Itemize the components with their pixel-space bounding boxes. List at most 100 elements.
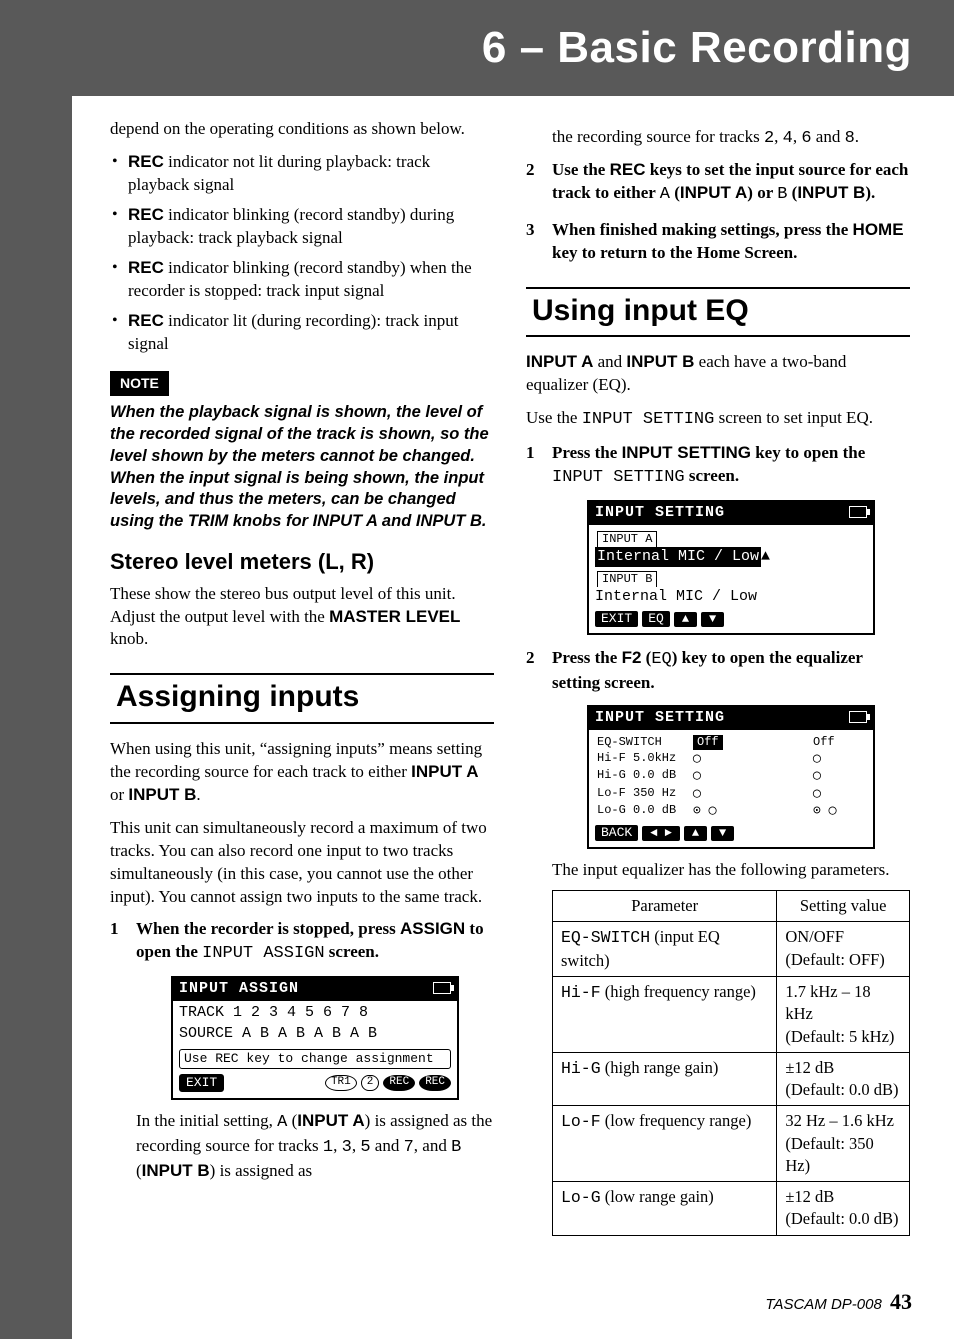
- track-num: 1: [323, 1138, 333, 1157]
- list-text: indicator lit (during recording): track …: [128, 311, 458, 353]
- assign-para-2: This unit can simultaneously record a ma…: [110, 817, 494, 909]
- stereo-meters-heading: Stereo level meters (L, R): [110, 547, 494, 577]
- rec-label: REC: [128, 311, 164, 330]
- track-num: 4: [783, 129, 793, 148]
- intro-continuation: depend on the operating conditions as sh…: [110, 118, 494, 141]
- input-b-label: INPUT B: [626, 352, 694, 371]
- note-badge: NOTE: [110, 371, 169, 396]
- param-rest: (high range gain): [601, 1058, 719, 1077]
- input-b-label: INPUT B: [797, 183, 865, 202]
- value-a: A: [660, 185, 670, 204]
- knob-icon: ◯: [693, 768, 813, 784]
- list-text: indicator blinking (record standby) when…: [128, 258, 472, 300]
- list-item: REC indicator blinking (record standby) …: [110, 257, 494, 303]
- text: ) is assigned as: [210, 1161, 312, 1180]
- value-cell: ±12 dB (Default: 0.0 dB): [777, 1182, 910, 1236]
- knob-icon: ⊙ ◯: [813, 803, 883, 819]
- value-a: A: [277, 1113, 287, 1132]
- text: (: [787, 183, 797, 202]
- track-num: 5: [360, 1138, 370, 1157]
- eq-row-label: EQ-SWITCH: [597, 735, 693, 750]
- track-oval: TR1: [325, 1075, 357, 1091]
- table-row: EQ-SWITCH (input EQ switch) ON/OFF (Defa…: [553, 922, 910, 977]
- using-input-eq-heading: Using input EQ: [526, 287, 910, 338]
- left-margin-strip: [0, 0, 72, 1339]
- text: (: [287, 1111, 297, 1130]
- battery-icon: [849, 711, 867, 723]
- text: Use the: [526, 408, 582, 427]
- lcd-softkey-row: BACK ◄ ► ▲ ▼: [589, 822, 873, 845]
- eq-para-2: Use the INPUT SETTING screen to set inpu…: [526, 407, 910, 432]
- param-mono: Lo-F: [561, 1112, 601, 1131]
- text: ,: [333, 1136, 342, 1155]
- chapter-header: 6 – Basic Recording: [72, 0, 954, 96]
- step-2: 2 Use the REC keys to set the input sour…: [526, 159, 910, 207]
- step-3: 3 When finished making settings, press t…: [526, 219, 910, 265]
- lcd-line-b: Internal MIC / Low: [589, 587, 873, 608]
- rec-label: REC: [128, 258, 164, 277]
- lcd-tab-b: INPUT B: [597, 571, 657, 587]
- input-a-label: INPUT A: [411, 762, 478, 781]
- eq-params-grid: EQ-SWITCHOffOff Hi-F 5.0kHz◯◯ Hi-G 0.0 d…: [589, 732, 873, 822]
- param-cell: Lo-G (low range gain): [553, 1182, 777, 1236]
- exit-softkey: EXIT: [595, 611, 638, 627]
- eq-step-2: 2 Press the F2 (EQ) key to open the equa…: [526, 647, 910, 1235]
- knob-icon: ◯: [813, 768, 883, 784]
- lcd-input-setting: INPUT SETTING INPUT A Internal MIC / Low…: [587, 500, 875, 636]
- step-body: Press the F2 (EQ) key to open the equali…: [552, 647, 910, 695]
- lcd-body: TRACK 1 2 3 4 5 6 7 8 SOURCE A B A B A B…: [173, 1001, 457, 1098]
- param-cell: Hi-F (high frequency range): [553, 976, 777, 1052]
- text: or: [110, 785, 128, 804]
- eq-para-1: INPUT A and INPUT B each have a two-band…: [526, 351, 910, 397]
- down-softkey: ▼: [701, 612, 724, 627]
- param-mono: Hi-G: [561, 1059, 601, 1078]
- eq-row-right: Off: [813, 735, 883, 750]
- params-intro: The input equalizer has the following pa…: [552, 859, 910, 882]
- lcd-screen: INPUT SETTING INPUT A Internal MIC / Low…: [587, 500, 875, 636]
- assign-para-1: When using this unit, “assigning inputs”…: [110, 738, 494, 807]
- text: screen.: [325, 942, 379, 961]
- page-content: depend on the operating conditions as sh…: [110, 118, 910, 1248]
- track-num: 2: [764, 129, 774, 148]
- text: ,: [774, 127, 783, 146]
- text: and: [812, 127, 845, 146]
- text: and: [371, 1136, 404, 1155]
- knob-icon: ⊙ ◯: [693, 803, 813, 819]
- text: ) or: [747, 183, 777, 202]
- up-softkey: ▲: [684, 826, 707, 841]
- lcd-title: INPUT SETTING: [595, 504, 725, 523]
- param-cell: Lo-F (low frequency range): [553, 1106, 777, 1182]
- value-cell: ±12 dB (Default: 0.0 dB): [777, 1052, 910, 1106]
- lcd-line-a: Internal MIC / Low: [595, 547, 761, 568]
- table-row: Lo-G (low range gain) ±12 dB (Default: 0…: [553, 1182, 910, 1236]
- footer-brand: TASCAM DP-008: [765, 1296, 881, 1313]
- text: Press the: [552, 648, 622, 667]
- input-setting-key: INPUT SETTING: [622, 443, 751, 462]
- eq-row-label: Hi-F 5.0kHz: [597, 751, 693, 767]
- text: (: [670, 183, 680, 202]
- home-key-label: HOME: [853, 220, 904, 239]
- battery-icon: [849, 506, 867, 518]
- leftright-softkey: ◄ ►: [642, 826, 680, 841]
- lcd-title-row: INPUT SETTING: [589, 707, 873, 730]
- text: and: [593, 352, 626, 371]
- text: screen.: [685, 466, 739, 485]
- rec-key-label: REC: [610, 160, 646, 179]
- text: key to return to the Home Screen.: [552, 243, 797, 262]
- table-row: Hi-F (high frequency range) 1.7 kHz – 18…: [553, 976, 910, 1052]
- text: In the initial setting,: [136, 1111, 277, 1130]
- input-a-label: INPUT A: [526, 352, 593, 371]
- step-number: 3: [526, 219, 535, 242]
- source-label: SOURCE: [179, 1025, 233, 1042]
- lcd-hint: Use REC key to change assignment: [179, 1049, 451, 1069]
- rec-indicator-list: REC indicator not lit during playback: t…: [110, 151, 494, 356]
- stereo-meters-para: These show the stereo bus output level o…: [110, 583, 494, 652]
- eq-row-label: Lo-F 350 Hz: [597, 786, 693, 802]
- lcd-title-row: INPUT SETTING: [589, 502, 873, 525]
- track-oval: 2: [361, 1075, 380, 1091]
- eq-softkey: EQ: [642, 611, 670, 627]
- track-oval: REC: [419, 1075, 451, 1091]
- text: When the recorder is stopped, press: [136, 919, 400, 938]
- knob-icon: ◯: [813, 786, 883, 802]
- back-softkey: BACK: [595, 825, 638, 841]
